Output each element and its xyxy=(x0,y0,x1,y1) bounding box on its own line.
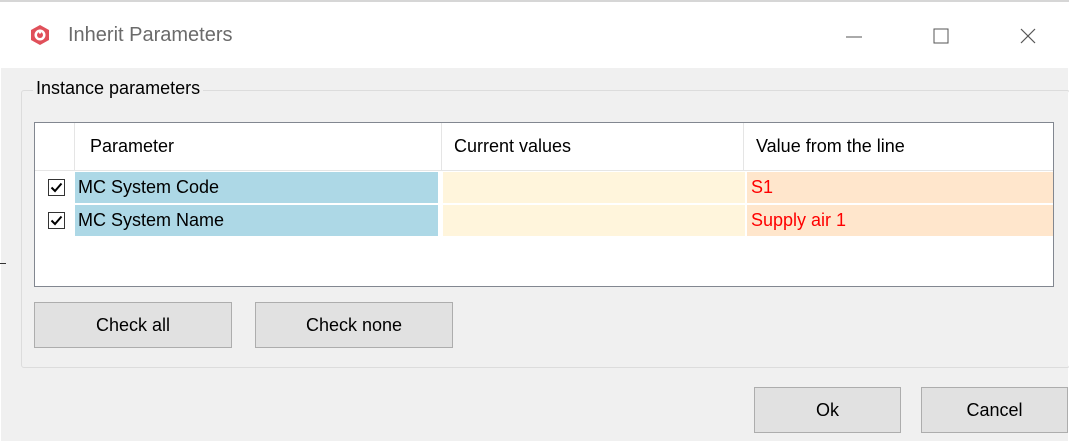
header-current-values[interactable]: Current values xyxy=(442,123,744,170)
row-checkbox[interactable] xyxy=(47,179,65,196)
inherit-parameters-dialog: Inherit Parameters Instance parameters P… xyxy=(0,0,1069,441)
current-value-cell[interactable] xyxy=(443,205,745,236)
table-header: Parameter Current values Value from the … xyxy=(35,123,1053,171)
table-row[interactable]: MC System Name Supply air 1 xyxy=(35,205,1053,236)
maximize-icon xyxy=(933,28,949,44)
checkmark-icon xyxy=(50,182,62,193)
check-all-button[interactable]: Check all xyxy=(34,302,232,348)
header-parameter[interactable]: Parameter xyxy=(75,123,442,170)
header-check-column[interactable] xyxy=(35,123,75,170)
row-checkbox-cell[interactable] xyxy=(40,205,72,236)
current-value-cell[interactable] xyxy=(443,172,745,203)
maximize-button[interactable] xyxy=(918,16,964,56)
parameter-cell[interactable]: MC System Code xyxy=(75,172,438,203)
line-value-cell[interactable]: Supply air 1 xyxy=(747,205,1053,236)
header-value-from-line[interactable]: Value from the line xyxy=(744,123,1053,170)
app-logo-icon xyxy=(29,24,51,46)
edge-tick xyxy=(0,263,6,264)
row-checkbox-cell[interactable] xyxy=(40,172,72,203)
row-checkbox[interactable] xyxy=(47,212,65,229)
close-icon xyxy=(1020,28,1036,44)
group-label: Instance parameters xyxy=(33,78,204,99)
close-button[interactable] xyxy=(1005,16,1051,56)
cancel-button[interactable]: Cancel xyxy=(921,387,1068,433)
checkmark-icon xyxy=(50,215,62,226)
title-bar[interactable]: Inherit Parameters xyxy=(1,2,1068,68)
minimize-button[interactable] xyxy=(831,16,877,56)
line-value-cell[interactable]: S1 xyxy=(747,172,1053,203)
parameters-table[interactable]: Parameter Current values Value from the … xyxy=(34,122,1054,287)
parameter-cell[interactable]: MC System Name xyxy=(75,205,438,236)
window-title: Inherit Parameters xyxy=(68,24,233,46)
ok-button[interactable]: Ok xyxy=(754,387,901,433)
check-none-button[interactable]: Check none xyxy=(255,302,453,348)
minimize-icon xyxy=(846,36,862,38)
table-row[interactable]: MC System Code S1 xyxy=(35,172,1053,203)
